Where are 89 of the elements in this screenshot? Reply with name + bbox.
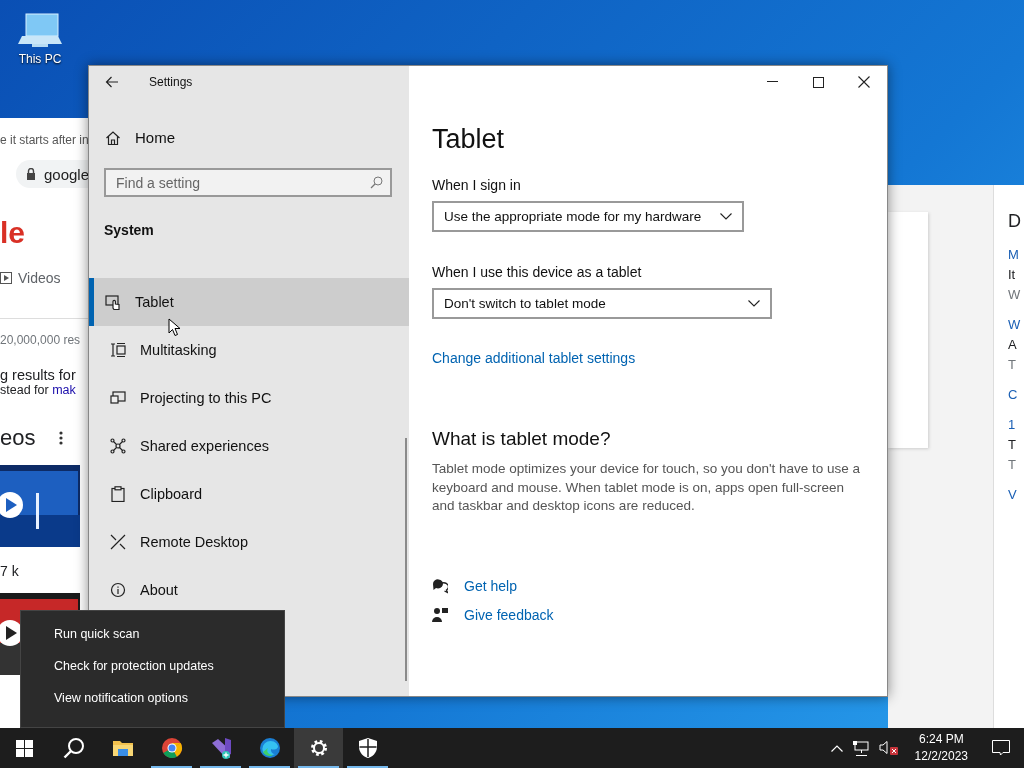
address-bar[interactable]: google <box>16 160 88 188</box>
info-icon <box>110 582 126 598</box>
menu-item[interactable]: Check for protection updates <box>21 657 284 689</box>
setting-label: When I use this device as a tablet <box>432 264 642 280</box>
nav-item[interactable]: About <box>89 566 409 614</box>
edge-icon <box>258 737 281 759</box>
results-heading: g results for <box>0 367 77 383</box>
clipboard-icon <box>110 486 126 502</box>
desktop-icon-label[interactable]: This PC <box>18 52 62 66</box>
logo-text: le <box>0 216 27 250</box>
search-icon <box>62 737 85 759</box>
nav-item[interactable]: Tablet <box>89 278 409 326</box>
result-count: 20,000,000 res <box>0 318 88 347</box>
play-icon <box>0 272 12 284</box>
muted-speaker-icon[interactable] <box>878 740 899 756</box>
address-text: google <box>44 165 88 183</box>
running-indicator <box>298 766 339 768</box>
shield-icon <box>356 737 379 759</box>
settings-link[interactable]: Change additional tablet settings <box>432 350 636 366</box>
help-link[interactable]: Give feedback <box>464 606 554 623</box>
link-text[interactable]: C <box>1008 385 1021 405</box>
back-arrow-icon <box>105 76 119 88</box>
more-icon[interactable] <box>59 431 64 445</box>
nav-item[interactable]: Remote Desktop <box>89 518 409 566</box>
search-icon[interactable] <box>370 176 383 189</box>
view-count: 7 k <box>0 563 20 579</box>
remote-desktop-icon <box>110 534 126 550</box>
nav-item[interactable]: Clipboard <box>89 470 409 518</box>
setting-label: When I sign in <box>432 177 521 193</box>
body-text: It <box>1008 266 1017 284</box>
link-text[interactable]: 1 <box>1008 415 1021 435</box>
section-heading: eos <box>0 425 36 451</box>
dropdown[interactable]: Don't switch to tablet mode <box>432 288 772 319</box>
help-chat-icon <box>432 577 448 594</box>
lock-icon <box>26 168 36 180</box>
body-text: T <box>1008 436 1017 454</box>
help-link[interactable]: Get help <box>464 577 517 594</box>
chevron-down-icon <box>720 213 732 220</box>
menu-item[interactable]: View notification options <box>21 689 284 721</box>
chevron-down-icon <box>748 300 760 307</box>
message-icon <box>992 740 1010 756</box>
notice-text: e it starts after in <box>0 133 88 147</box>
description-text: Tablet mode optimizes your device for touch, so you don't have to use a keyboard and mouse. When tablet mode is on, apps open full-screen and taskbar and desktop icons are reduced. <box>432 460 862 515</box>
nav-item[interactable]: Multitasking <box>89 326 409 374</box>
close-icon <box>858 76 870 88</box>
suggestion-text: stead for mak <box>0 383 77 397</box>
menu-item[interactable]: Run quick scan <box>21 625 284 657</box>
running-indicator <box>347 766 388 768</box>
tablet-icon <box>105 294 121 310</box>
network-icon[interactable] <box>852 740 869 756</box>
running-indicator <box>249 766 290 768</box>
suggestion-link[interactable]: mak <box>52 383 76 397</box>
link-text[interactable]: M <box>1008 245 1021 265</box>
back-button[interactable] <box>103 74 121 90</box>
projector-icon <box>110 390 126 406</box>
multitasking-icon <box>110 342 126 358</box>
section-heading: What is tablet mode? <box>432 428 611 450</box>
window-title: Settings <box>149 75 193 89</box>
running-indicator <box>200 766 241 768</box>
dropdown[interactable]: Use the appropriate mode for my hardware <box>432 201 744 232</box>
nav-item[interactable]: Shared experiences <box>89 422 409 470</box>
chrome-icon <box>160 737 183 759</box>
scrollbar[interactable] <box>405 438 407 681</box>
link-text[interactable]: V <box>1008 485 1021 505</box>
search-field[interactable]: Find a setting <box>104 168 392 197</box>
meta-text: T <box>1008 456 1017 474</box>
taskbar-app[interactable] <box>294 728 343 768</box>
body-text: A <box>1008 336 1018 354</box>
section-heading: System <box>103 222 155 238</box>
clock[interactable]: 6:24 PM 12/2/2023 <box>914 731 968 765</box>
maximize-icon <box>812 76 824 88</box>
running-indicator <box>151 766 192 768</box>
link-text[interactable]: W <box>1008 315 1021 335</box>
home-icon <box>105 129 121 146</box>
feedback-person-icon <box>432 606 448 623</box>
home-link[interactable]: Home <box>89 129 409 146</box>
meta-text: W <box>1008 286 1021 304</box>
visual-studio-icon <box>209 737 232 759</box>
minimize-icon <box>766 81 778 83</box>
page-title: Tablet <box>432 124 505 155</box>
chevron-up-icon[interactable] <box>830 744 843 752</box>
windows-logo-icon <box>16 739 33 757</box>
mouse-pointer-icon <box>168 318 181 337</box>
computer-icon[interactable] <box>18 10 62 50</box>
nav-item[interactable]: Projecting to this PC <box>89 374 409 422</box>
meta-text: T <box>1008 356 1017 374</box>
panel-heading: D <box>1008 211 1021 231</box>
videos-tab[interactable]: Videos <box>0 270 88 286</box>
share-icon <box>110 438 126 454</box>
